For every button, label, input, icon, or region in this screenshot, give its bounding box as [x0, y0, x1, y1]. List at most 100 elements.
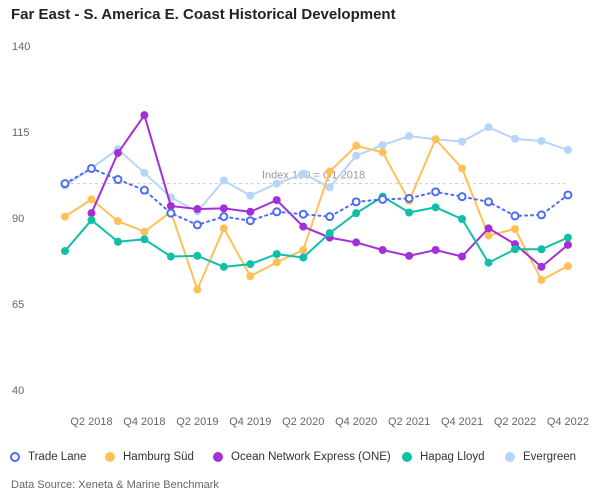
data-point	[246, 207, 255, 216]
data-point	[299, 253, 308, 262]
data-point	[193, 205, 202, 214]
data-point	[405, 251, 414, 260]
x-tick-label: Q2 2021	[388, 416, 430, 428]
legend-item[interactable]: Trade Lane	[10, 451, 86, 463]
data-point	[299, 222, 308, 231]
data-point	[510, 245, 519, 254]
data-point	[537, 136, 546, 145]
data-point	[536, 210, 546, 220]
data-point	[458, 137, 467, 146]
data-point	[457, 192, 467, 202]
data-point	[272, 250, 281, 259]
data-point	[193, 285, 202, 294]
data-point	[60, 179, 70, 189]
data-point	[140, 227, 149, 236]
data-point	[405, 208, 414, 217]
x-tick-label: Q2 2020	[282, 416, 324, 428]
data-point	[431, 203, 440, 212]
line-chart: 40 65 90 115 140 Q2 2018 Q4 2018 Q2 2019 Q4 2019…	[12, 41, 589, 428]
data-point	[563, 233, 572, 242]
data-point	[219, 176, 228, 185]
data-point	[404, 193, 414, 203]
data-point	[325, 183, 334, 192]
data-point	[484, 224, 493, 233]
data-point	[272, 207, 282, 217]
data-point	[378, 194, 388, 204]
data-point	[299, 169, 308, 178]
data-point	[510, 211, 520, 221]
y-tick-label: 90	[12, 213, 24, 225]
data-point	[87, 216, 96, 225]
series-line	[64, 137, 569, 293]
x-tick-label: Q4 2019	[229, 416, 271, 428]
legend-label: Hamburg Süd	[123, 451, 194, 463]
data-point	[219, 212, 229, 222]
data-point	[61, 247, 69, 256]
data-point	[140, 235, 149, 244]
x-tick-label: Q2 2019	[176, 416, 218, 428]
data-point	[140, 111, 149, 120]
data-source: Data Source: Xeneta & Marine Benchmark	[11, 479, 219, 491]
data-point	[431, 135, 440, 144]
data-point	[563, 262, 572, 271]
data-point	[113, 217, 122, 226]
y-tick-label: 115	[12, 127, 30, 139]
data-point	[352, 209, 361, 218]
x-tick-label: Q4 2022	[547, 416, 589, 428]
data-point	[113, 148, 122, 157]
data-point	[219, 224, 228, 233]
legend-item[interactable]: Evergreen	[505, 451, 576, 463]
legend-marker-icon	[105, 452, 115, 462]
data-point	[563, 240, 572, 249]
data-point	[537, 275, 546, 284]
data-point	[537, 262, 546, 271]
data-point	[87, 195, 96, 204]
x-tick-label: Q4 2018	[123, 416, 165, 428]
legend-marker-icon	[505, 452, 515, 462]
data-point	[378, 148, 387, 157]
legend-label: Hapag Lloyd	[420, 451, 485, 463]
data-point	[87, 209, 96, 218]
legend-marker-icon	[10, 452, 20, 462]
data-point	[325, 212, 335, 222]
data-point	[431, 245, 440, 254]
legend-item[interactable]: Hamburg Süd	[105, 451, 194, 463]
data-point	[484, 197, 494, 207]
data-point	[299, 245, 308, 254]
data-point	[352, 238, 361, 247]
data-point	[246, 272, 255, 281]
data-point	[458, 252, 467, 261]
data-point	[537, 245, 546, 254]
legend-marker-icon	[402, 452, 412, 462]
data-point	[563, 190, 573, 200]
data-point	[325, 167, 334, 176]
data-point	[192, 220, 202, 230]
legend-item[interactable]: Ocean Network Express (ONE)	[213, 451, 391, 463]
data-point	[246, 191, 255, 200]
legend-label: Trade Lane	[28, 451, 87, 463]
data-point	[378, 245, 387, 254]
data-point	[139, 185, 149, 195]
data-point	[510, 134, 519, 143]
data-point	[193, 251, 202, 260]
data-point	[219, 262, 228, 271]
data-point	[378, 141, 387, 150]
legend-marker-icon	[213, 452, 223, 462]
x-tick-label: Q2 2022	[494, 416, 536, 428]
x-tick-label: Q4 2020	[335, 416, 377, 428]
data-point	[245, 216, 255, 226]
x-tick-label: Q2 2018	[70, 416, 112, 428]
data-point	[272, 258, 281, 267]
data-point	[458, 164, 467, 173]
data-point	[113, 174, 123, 184]
data-point	[510, 225, 519, 234]
data-point	[405, 132, 414, 141]
legend-label: Evergreen	[523, 451, 577, 463]
y-tick-label: 140	[12, 41, 30, 53]
data-point	[563, 145, 572, 154]
legend-item[interactable]: Hapag Lloyd	[402, 451, 485, 463]
data-point	[166, 252, 175, 261]
x-tick-label: Q4 2021	[441, 416, 483, 428]
data-point	[484, 258, 493, 267]
data-point	[458, 215, 467, 224]
